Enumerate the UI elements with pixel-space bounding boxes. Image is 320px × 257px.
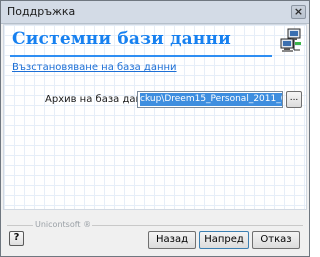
- window-title: Поддръжка: [7, 5, 76, 18]
- archive-path-input[interactable]: ckup\Dreem15_Personal_2011_05_26.BAK: [137, 91, 283, 108]
- close-button[interactable]: ×: [291, 5, 306, 19]
- title-underline: [10, 55, 272, 57]
- footer: Unicontsoft ® ? Назад Напред Отказ: [1, 211, 309, 256]
- back-button[interactable]: Назад: [148, 231, 196, 249]
- browse-button[interactable]: ...: [286, 91, 302, 108]
- archive-path-value: ckup\Dreem15_Personal_2011_05_26.BAK: [140, 93, 282, 106]
- help-button[interactable]: ?: [9, 231, 24, 246]
- section-title: Възстановяване на база данни: [12, 62, 177, 73]
- page-title: Системни бази данни: [12, 29, 231, 49]
- close-icon: ×: [293, 5, 304, 18]
- next-button[interactable]: Напред: [199, 231, 249, 249]
- cancel-button[interactable]: Отказ: [252, 231, 300, 249]
- divider: [7, 225, 33, 226]
- divider: [92, 225, 303, 226]
- network-computers-icon: [280, 28, 301, 52]
- dialog-window: Поддръжка × Системни бази данни Възстано…: [0, 0, 310, 257]
- content-panel: Системни бази данни Възстановяване на ба…: [3, 24, 307, 210]
- brand-label: Unicontsoft ®: [35, 220, 92, 229]
- help-icon: ?: [13, 232, 20, 243]
- title-bar[interactable]: Поддръжка ×: [1, 1, 309, 24]
